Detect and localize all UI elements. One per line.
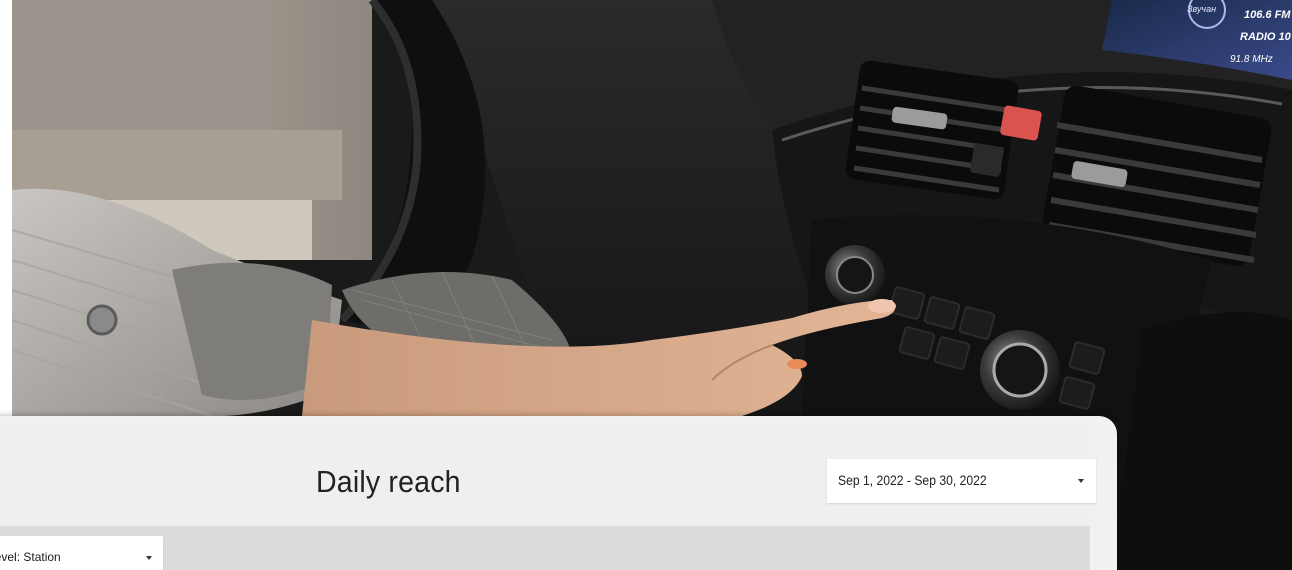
date-range-value: Sep 1, 2022 - Sep 30, 2022 <box>838 473 987 488</box>
level-filter-dropdown[interactable]: Level: Station <box>0 536 163 570</box>
level-filter-label: Level <box>0 550 17 564</box>
screen-text-4: 91.8 MHz <box>1230 54 1273 65</box>
level-filter-text: Level: Station <box>0 550 61 564</box>
screen-text-2: 106.6 FM <box>1244 9 1291 21</box>
date-range-picker[interactable]: Sep 1, 2022 - Sep 30, 2022 <box>827 459 1096 503</box>
level-filter-value: Station <box>23 550 61 564</box>
report-title: Daily reach <box>316 464 461 499</box>
page: Звучан 106.6 FM RADIO 10 91.8 MHz Daily … <box>0 0 1292 570</box>
caret-down-icon <box>146 556 152 560</box>
screen-text-1: Звучан <box>1187 4 1216 14</box>
report-card: Daily reach Sep 1, 2022 - Sep 30, 2022 L… <box>0 416 1117 570</box>
filter-bar: Level: Station <box>0 526 1090 570</box>
screen-text-3: RADIO 10 <box>1240 31 1292 43</box>
caret-down-icon <box>1078 479 1084 483</box>
report-header: Daily reach Sep 1, 2022 - Sep 30, 2022 <box>0 424 1096 526</box>
